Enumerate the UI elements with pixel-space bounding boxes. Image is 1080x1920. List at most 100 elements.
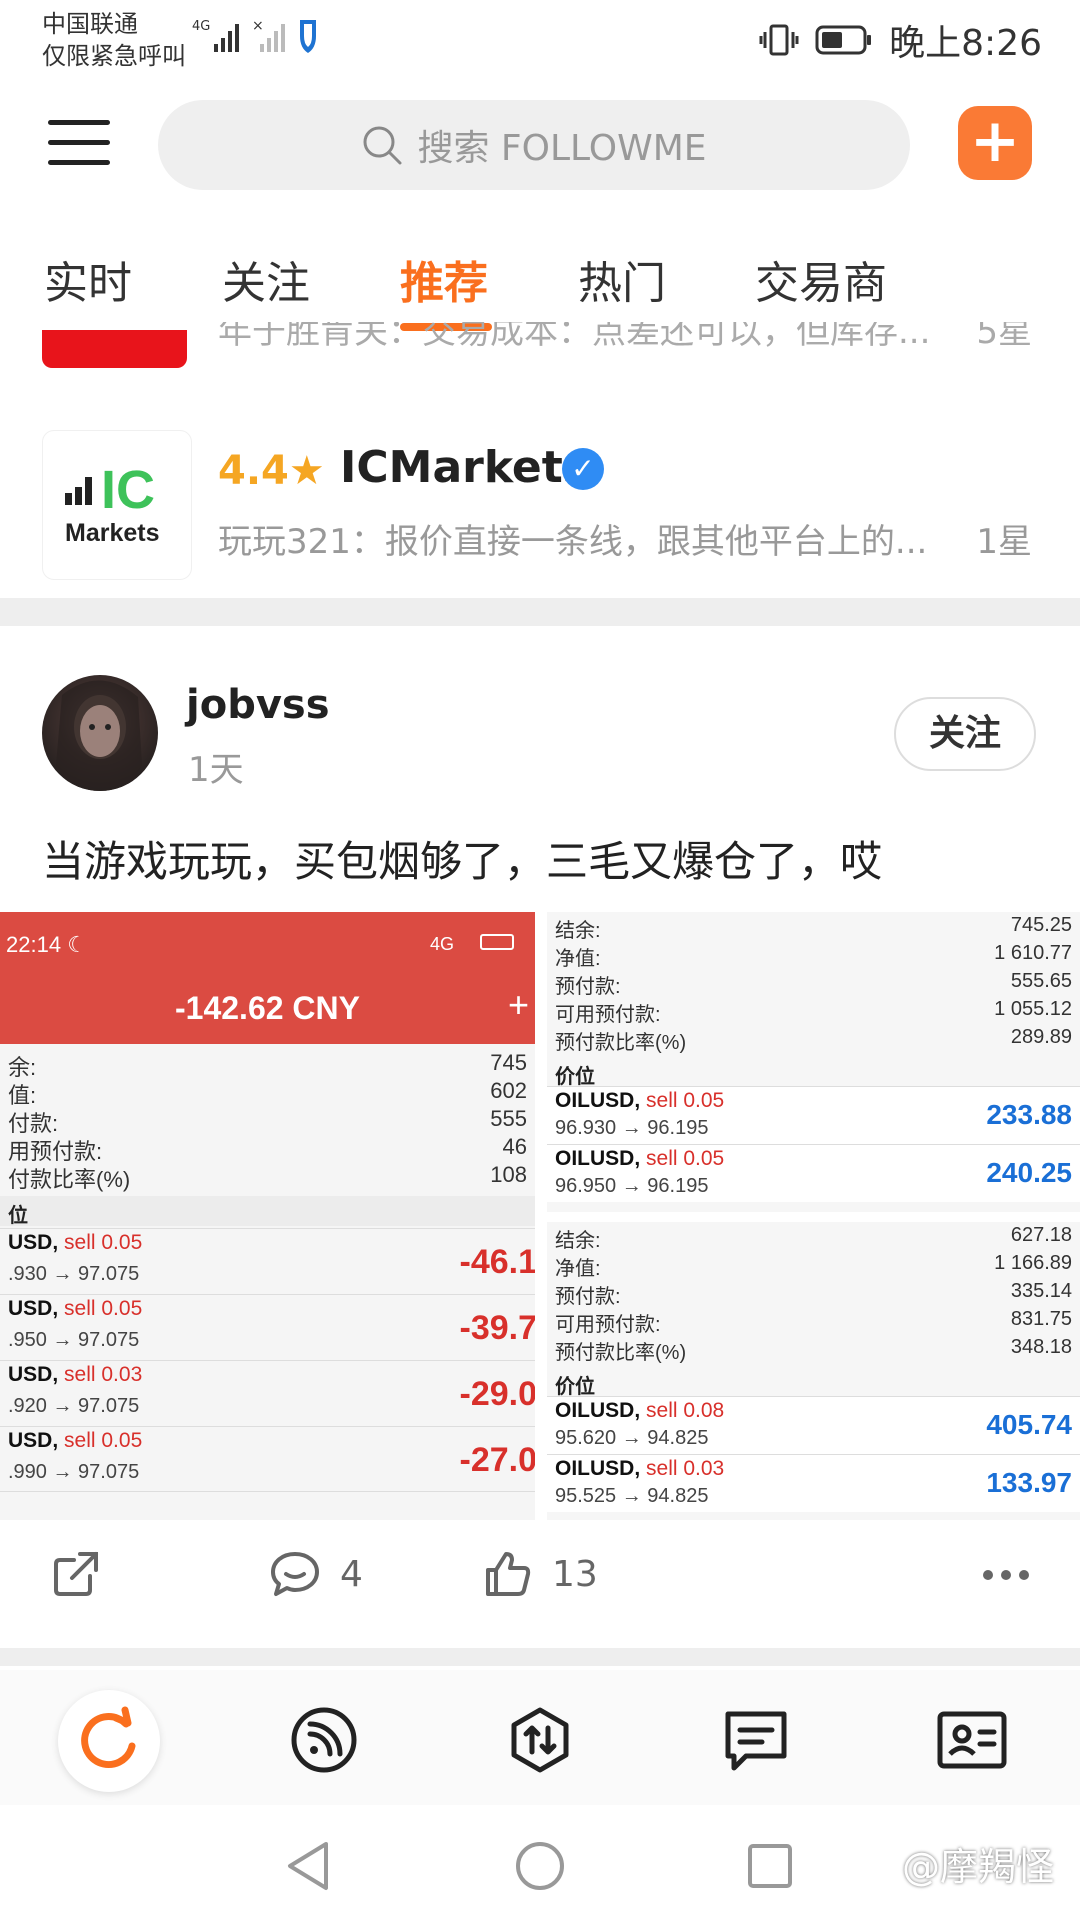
trade-symbol: USD, sell 0.05 (8, 1429, 142, 1453)
trade-sym: USD, (8, 1297, 59, 1320)
section-divider (0, 598, 1080, 626)
trade-sym: OILUSD, (555, 1399, 641, 1422)
post-image-1[interactable]: 22:14 ☾ 4G -142.62 CNY + 余: 745 值: 602 付款:… (0, 912, 535, 1520)
thumbs-up-icon (486, 1552, 531, 1596)
summary-key: 预付款: (555, 1286, 621, 1308)
message-icon (725, 1711, 787, 1771)
summary-key: 预付款比率(%) (555, 1342, 687, 1364)
trade-sym: USD, (8, 1429, 59, 1452)
feed-tabs: 实时 关注 推荐 热门 交易商 (0, 235, 1080, 331)
nav-profile-button[interactable] (922, 1690, 1022, 1790)
follow-button[interactable]: 关注 (894, 697, 1036, 771)
tab-realtime[interactable]: 实时 (44, 247, 132, 311)
rating-value: 4.4 (218, 448, 289, 494)
summary-value: 831.75 (1010, 1308, 1072, 1330)
back-icon[interactable] (282, 1838, 334, 1894)
mt-net: 4G (430, 934, 455, 954)
mt-amount: -142.62 CNY (175, 990, 360, 1026)
add-button[interactable]: + (958, 106, 1032, 180)
trade-row: OILUSD, sell 0.08 95.620 → 94.825 405.74 (547, 1396, 1080, 1454)
nav-refresh-button[interactable] (58, 1690, 160, 1792)
trade-sym: USD, (8, 1363, 59, 1386)
menu-icon[interactable] (48, 116, 110, 170)
more-icon[interactable] (982, 1568, 1030, 1582)
trade-side: sell 0.03 (646, 1457, 725, 1480)
trade-row: USD, sell 0.05 .930 → 97.075 -46.1 (0, 1228, 535, 1294)
trade-side: sell 0.05 (646, 1089, 725, 1112)
summary-key: 可用预付款: (555, 1314, 661, 1336)
trade-symbol: USD, sell 0.03 (8, 1363, 142, 1387)
avatar[interactable] (42, 675, 158, 791)
summary-value: 46 (502, 1134, 527, 1159)
recents-icon[interactable] (744, 1840, 796, 1892)
mt-header: 22:14 ☾ 4G -142.62 CNY + (0, 912, 535, 1044)
summary-value: 335.14 (1010, 1280, 1072, 1302)
nav-trade-button[interactable] (490, 1690, 590, 1790)
watermark: @摩羯怪 (901, 1845, 1054, 1889)
svg-text:×: × (252, 18, 264, 34)
tab-following[interactable]: 关注 (222, 247, 310, 311)
verified-icon: ✓ (562, 448, 604, 490)
trade-price: .930 → 97.075 (8, 1263, 140, 1285)
like-button[interactable]: 13 (482, 1548, 598, 1600)
star-icon: ★ (288, 448, 325, 494)
trade-side: sell 0.05 (64, 1297, 143, 1320)
summary-key: 结余: (555, 920, 601, 942)
summary-value: 1 166.89 (994, 1252, 1072, 1274)
post-image-3[interactable]: 结余: 627.18 净值: 1 166.89 预付款: 335.14 可用预付款: 8… (547, 1222, 1080, 1520)
summary-key: 预付款比率(%) (555, 1032, 687, 1054)
broker-rating: 4.4★ (218, 448, 325, 494)
trade-row: OILUSD, sell 0.03 95.525 → 94.825 133.97 (547, 1454, 1080, 1512)
positions-header: 价位 (547, 1058, 1080, 1088)
search-bar[interactable]: 搜索 FOLLOWME (158, 100, 910, 190)
trade-sym: OILUSD, (555, 1457, 641, 1480)
trade-profit: 240.25 (986, 1157, 1072, 1188)
trade-price: .950 → 97.075 (8, 1329, 140, 1351)
broker-comment-partial[interactable]: 年于胜肯关：交易成本：点差还可以，但库存... (218, 322, 978, 352)
summary-key: 可用预付款: (555, 1004, 661, 1026)
post-image-2[interactable]: 结余: 745.25 净值: 1 610.77 预付款: 555.65 可用预付款: 1… (547, 912, 1080, 1212)
mt-battery-icon (480, 934, 514, 950)
nav-messages-button[interactable] (706, 1690, 806, 1790)
summary-value: 348.18 (1010, 1336, 1072, 1358)
share-button[interactable] (50, 1548, 102, 1600)
positions-header: 位 (0, 1196, 535, 1227)
share-icon (54, 1552, 98, 1596)
broker-logo-partial[interactable] (42, 330, 187, 368)
top-bar: 搜索 FOLLOWME + (0, 90, 1080, 200)
summary-key: 净值: (555, 948, 601, 970)
trade-price: 96.950 → 96.195 (555, 1175, 709, 1197)
trade-side: sell 0.05 (64, 1429, 143, 1452)
tab-recommended[interactable]: 推荐 (400, 247, 488, 311)
positions-header: 价位 (547, 1368, 1080, 1398)
nav-feed-button[interactable] (274, 1690, 374, 1790)
trade-sym: OILUSD, (555, 1089, 641, 1112)
broker-name: ICMarkets (340, 442, 589, 493)
comment-count: 4 (340, 1553, 363, 1595)
post-username[interactable]: jobvss (186, 682, 330, 728)
summary-value: 555 (490, 1106, 527, 1131)
trade-price: .990 → 97.075 (8, 1461, 140, 1483)
post-text[interactable]: 当游戏玩玩，买包烟够了，三毛又爆仓了，哎 (42, 828, 882, 889)
trade-symbol: OILUSD, sell 0.05 (555, 1089, 724, 1113)
trade-symbol: OILUSD, sell 0.03 (555, 1457, 724, 1481)
broker-list-item[interactable]: IC Markets 4.4★ ICMarkets ✓ 玩玩321：报价直接一条… (0, 420, 1080, 590)
home-icon[interactable] (512, 1838, 568, 1894)
trade-sym: USD, (8, 1231, 59, 1254)
trade-row: USD, sell 0.05 .950 → 97.075 -39.7 (0, 1294, 535, 1360)
trade-side: sell 0.05 (64, 1231, 143, 1254)
trade-profit: -27.0 (459, 1441, 536, 1479)
clock: 晚上8:26 (889, 23, 1042, 64)
trade-profit: -29.0 (459, 1375, 536, 1413)
summary-key: 预付款: (555, 976, 621, 998)
logo-markets: Markets (65, 519, 160, 547)
cut-comment: 年于胜肯关：交易成本：点差还可以，但库存... (218, 322, 931, 352)
mt-add-icon: + (508, 984, 530, 1025)
tab-brokers[interactable]: 交易商 (755, 247, 887, 311)
comment-button[interactable]: 4 (268, 1548, 363, 1600)
battery-icon (815, 25, 872, 55)
icmarkets-logo: IC Markets (42, 430, 192, 580)
mt-time-text: 22:14 (6, 932, 62, 957)
trade-symbol: OILUSD, sell 0.05 (555, 1147, 724, 1171)
tab-hot[interactable]: 热门 (578, 247, 666, 311)
